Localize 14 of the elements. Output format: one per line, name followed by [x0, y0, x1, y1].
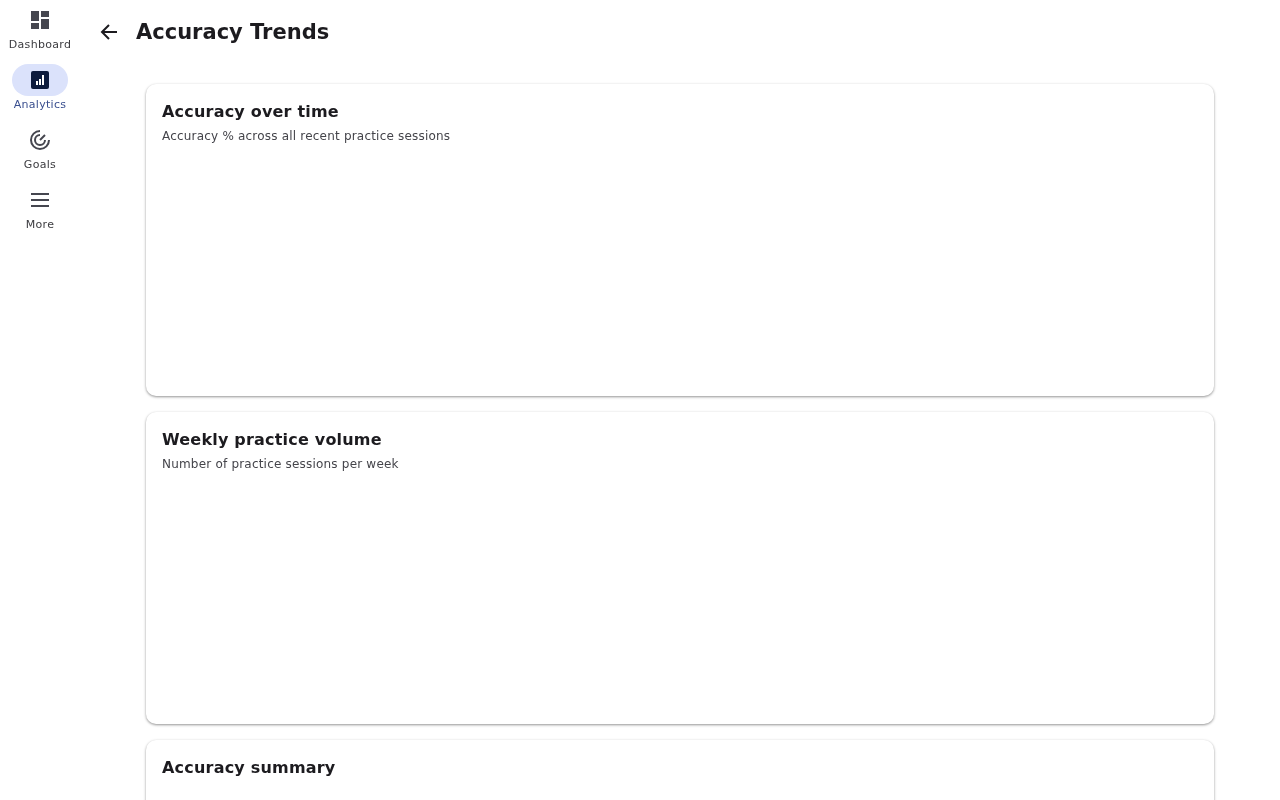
card-subtitle: Number of practice sessions per week: [162, 457, 400, 471]
nav-item[interactable]: More: [12, 186, 68, 246]
nav-item[interactable]: Dashboard: [8, 6, 72, 66]
card-title: Accuracy summary: [162, 758, 337, 777]
page-title: Accuracy Trends: [136, 20, 330, 44]
nav-item[interactable]: Goals: [12, 126, 68, 186]
nav-label: Dashboard: [8, 38, 72, 51]
card-title: Weekly practice volume: [162, 430, 383, 449]
card-title: Accuracy over time: [162, 102, 340, 121]
nav-label: More: [25, 218, 55, 231]
card-subtitle: Accuracy % across all recent practice sessions: [162, 129, 452, 143]
nav-label: Goals: [23, 158, 57, 171]
nav-label: Analytics: [13, 98, 67, 111]
nav-item[interactable]: Analytics: [12, 66, 68, 126]
